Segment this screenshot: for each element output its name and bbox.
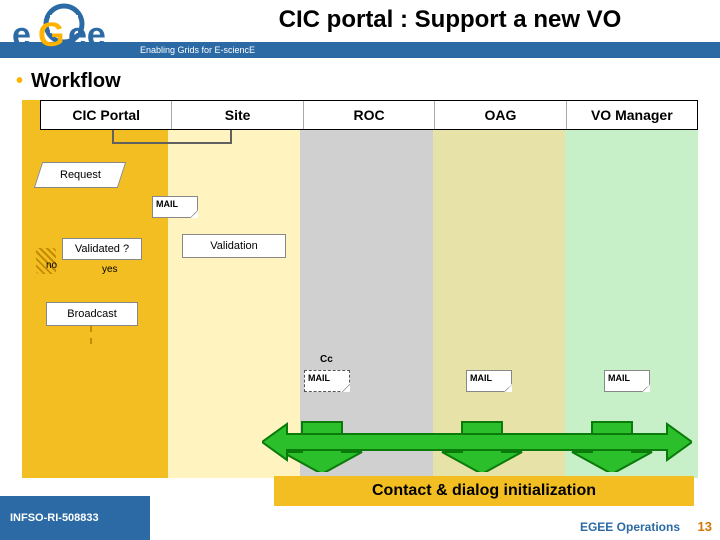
egee-logo: e G ee	[6, 2, 130, 60]
request-node: Request	[34, 162, 126, 188]
svg-text:G: G	[38, 16, 64, 54]
connector-dashed	[90, 326, 92, 344]
contact-arrows-icon	[262, 392, 692, 472]
broadcast-node: Broadcast	[46, 302, 138, 326]
mail-note-vomgr: MAIL	[604, 370, 650, 392]
lane-header-bar: CIC Portal Site ROC OAG VO Manager	[40, 100, 698, 130]
decision-no-label: no	[46, 260, 57, 271]
mail-note-1: MAIL	[152, 196, 198, 218]
lane-cic-portal	[22, 100, 168, 478]
svg-text:ee: ee	[68, 16, 106, 54]
request-label: Request	[60, 169, 101, 181]
lane-header-cic: CIC Portal	[41, 101, 171, 129]
connector	[112, 130, 114, 142]
page-title: CIC portal : Support a new VO	[180, 6, 720, 40]
swimlane-diagram: CIC Portal Site ROC OAG VO Manager Reque…	[22, 100, 698, 478]
header: CIC portal : Support a new VO Enabling G…	[0, 0, 720, 58]
lane-header-vomgr: VO Manager	[566, 101, 697, 129]
connector	[230, 130, 232, 144]
connector	[112, 142, 232, 144]
mail-note-roc: MAIL	[304, 370, 350, 392]
validation-node: Validation	[182, 234, 286, 258]
footer-ops: EGEE Operations	[580, 520, 680, 534]
lane-header-roc: ROC	[303, 101, 434, 129]
svg-text:e: e	[12, 16, 31, 54]
workflow-heading-text: Workflow	[31, 70, 121, 92]
decision-yes-label: yes	[102, 264, 118, 275]
lane-header-oag: OAG	[434, 101, 565, 129]
mail-note-oag: MAIL	[466, 370, 512, 392]
cc-label: Cc	[320, 354, 333, 365]
footer: INFSO-RI-508833 EGEE Operations 13	[0, 496, 720, 540]
bullet-icon: •	[16, 70, 23, 92]
validated-decision: Validated ?	[62, 238, 142, 260]
footer-page-number: 13	[698, 519, 712, 534]
footer-ref: INFSO-RI-508833	[0, 496, 150, 540]
workflow-heading: • Workflow	[16, 70, 121, 93]
lane-header-site: Site	[171, 101, 302, 129]
